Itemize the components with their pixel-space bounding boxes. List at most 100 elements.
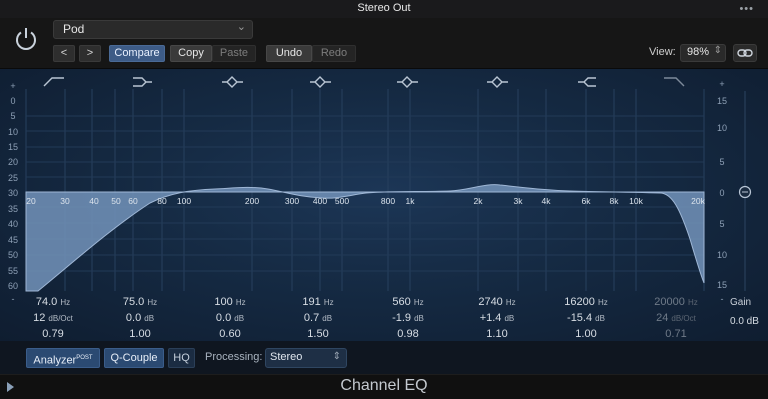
db-left-label-7: 30 — [8, 188, 18, 198]
freq-label-6k: 6k — [582, 196, 592, 206]
band-7-gain[interactable]: -15.4 dB — [551, 312, 621, 324]
bell-icon-4[interactable] — [487, 76, 508, 88]
compare-button[interactable]: Compare — [109, 45, 165, 62]
freq-label-2k: 2k — [474, 196, 484, 206]
freq-label-30: 30 — [60, 196, 70, 206]
band-3-q[interactable]: 0.60 — [195, 328, 265, 340]
db-right-label-0: + — [719, 79, 724, 89]
freq-label-20k: 20k — [691, 196, 705, 206]
db-right-label-5: 5 — [719, 219, 724, 229]
chevron-updown-icon: ⇕ — [332, 351, 341, 362]
db-left-label-13: 60 — [8, 281, 18, 291]
redo-button[interactable]: Redo — [312, 45, 356, 62]
band-1-slope[interactable]: 12 dB/Oct — [18, 312, 88, 324]
copy-button[interactable]: Copy — [170, 45, 212, 62]
db-left-label-11: 50 — [8, 250, 18, 260]
freq-label-800: 800 — [381, 196, 395, 206]
band-1-q[interactable]: 0.79 — [18, 328, 88, 340]
band-4-gain[interactable]: 0.7 dB — [283, 312, 353, 324]
window-menu-icon[interactable]: ••• — [739, 3, 754, 15]
view-zoom-select[interactable]: 98% ⇕ — [680, 44, 726, 62]
gain-slider-knob[interactable] — [738, 185, 752, 199]
processing-select[interactable]: Stereo ⇕ — [265, 348, 347, 368]
previous-preset-button[interactable]: < — [53, 45, 75, 62]
plugin-header: Pod ⌄ < > Compare Copy Paste Undo Redo V… — [0, 18, 768, 69]
db-left-label-3: 10 — [8, 127, 18, 137]
db-left-label-0: + — [10, 81, 15, 91]
band-3-frequency[interactable]: 100 Hz — [195, 296, 265, 308]
db-right-label-3: 5 — [719, 157, 724, 167]
band-1-frequency[interactable]: 74.0 Hz — [18, 296, 88, 308]
hq-button[interactable]: HQ — [168, 348, 195, 368]
band-2-frequency[interactable]: 75.0 Hz — [105, 296, 175, 308]
paste-button[interactable]: Paste — [212, 45, 256, 62]
window-title: Stereo Out — [357, 2, 411, 14]
db-left-label-6: 25 — [8, 173, 18, 183]
bell-icon-1[interactable] — [222, 76, 243, 88]
chevron-updown-icon: ⇕ — [713, 45, 722, 56]
gain-label: Gain — [730, 297, 752, 308]
db-left-label-4: 15 — [8, 142, 18, 152]
vertical-grid — [25, 89, 705, 291]
low-cut-icon[interactable] — [43, 77, 64, 87]
bottom-controls: AnalyzerPOST Q-Couple HQ Processing: Ste… — [0, 345, 768, 371]
power-icon[interactable] — [12, 24, 40, 52]
preset-menu[interactable]: Pod ⌄ — [53, 20, 253, 39]
band-6-frequency[interactable]: 2740 Hz — [462, 296, 532, 308]
band-7-q[interactable]: 1.00 — [551, 328, 621, 340]
band-7-frequency[interactable]: 16200 Hz — [551, 296, 621, 308]
link-button[interactable] — [733, 44, 757, 62]
freq-label-200: 200 — [245, 196, 259, 206]
freq-label-300: 300 — [285, 196, 299, 206]
freq-label-100: 100 — [177, 196, 191, 206]
freq-label-1k: 1k — [406, 196, 416, 206]
band-5-frequency[interactable]: 560 Hz — [373, 296, 443, 308]
band-8-frequency[interactable]: 20000 Hz — [641, 296, 711, 308]
chevron-down-icon: ⌄ — [236, 21, 246, 33]
undo-button[interactable]: Undo — [266, 45, 312, 62]
freq-label-40: 40 — [89, 196, 99, 206]
view-zoom-value: 98% — [687, 46, 710, 58]
freq-label-3k: 3k — [514, 196, 524, 206]
db-left-label-12: 55 — [8, 266, 18, 276]
preset-name: Pod — [63, 22, 85, 36]
high-cut-icon[interactable] — [664, 77, 685, 87]
bell-icon-2[interactable] — [310, 76, 331, 88]
db-left-label-8: 35 — [8, 204, 18, 214]
band-2-gain[interactable]: 0.0 dB — [105, 312, 175, 324]
next-preset-button[interactable]: > — [79, 45, 101, 62]
band-6-gain[interactable]: +1.4 dB — [462, 312, 532, 324]
analyzer-button[interactable]: AnalyzerPOST — [26, 348, 100, 368]
db-left-label-1: 0 — [10, 96, 15, 106]
db-right-label-7: 15 — [717, 280, 727, 290]
processing-value: Stereo — [270, 351, 303, 363]
band-4-q[interactable]: 1.50 — [283, 328, 353, 340]
band-8-slope[interactable]: 24 dB/Oct — [641, 312, 711, 324]
band-5-gain[interactable]: -1.9 dB — [373, 312, 443, 324]
freq-label-8k: 8k — [610, 196, 620, 206]
freq-label-500: 500 — [335, 196, 349, 206]
link-icon — [737, 49, 753, 57]
db-right-label-4: 0 — [719, 188, 724, 198]
processing-label: Processing: — [205, 351, 263, 363]
band-8-q[interactable]: 0.71 — [641, 328, 711, 340]
band-2-q[interactable]: 1.00 — [105, 328, 175, 340]
q-couple-button[interactable]: Q-Couple — [104, 348, 164, 368]
band-4-frequency[interactable]: 191 Hz — [283, 296, 353, 308]
gain-value[interactable]: 0.0 dB — [730, 316, 759, 327]
band-3-gain[interactable]: 0.0 dB — [195, 312, 265, 324]
freq-label-60: 60 — [128, 196, 138, 206]
db-right-label-2: 10 — [717, 123, 727, 133]
db-left-label-10: 45 — [8, 235, 18, 245]
plugin-name: Channel EQ — [340, 377, 428, 394]
band-6-q[interactable]: 1.10 — [462, 328, 532, 340]
view-label: View: — [649, 46, 676, 58]
freq-label-400: 400 — [313, 196, 327, 206]
band-5-q[interactable]: 0.98 — [373, 328, 443, 340]
low-shelf-icon[interactable] — [133, 77, 152, 87]
freq-label-50: 50 — [111, 196, 121, 206]
high-shelf-icon[interactable] — [578, 77, 596, 87]
freq-label-80: 80 — [157, 196, 167, 206]
band-parameters: 74.0 Hz 12 dB/Oct 0.79 75.0 Hz 0.0 dB 1.… — [0, 294, 768, 344]
bell-icon-3[interactable] — [397, 76, 418, 88]
